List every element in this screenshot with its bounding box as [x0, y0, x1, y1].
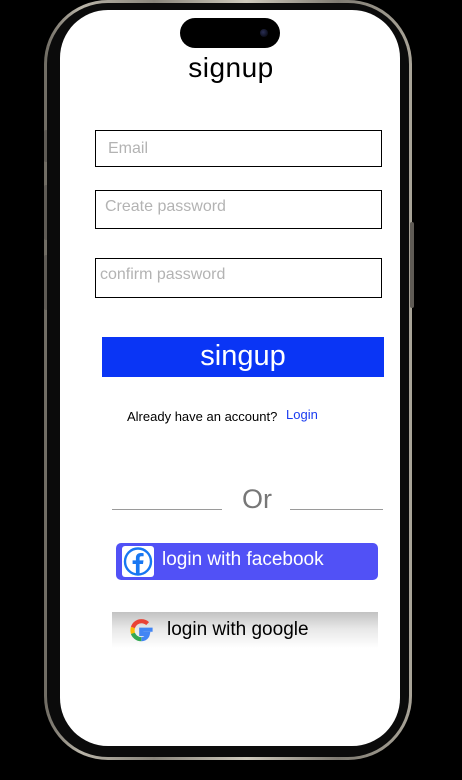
- power-button: [410, 222, 414, 308]
- email-input[interactable]: [96, 131, 381, 166]
- create-password-input[interactable]: [96, 191, 381, 228]
- create-password-field[interactable]: [95, 190, 382, 229]
- login-link[interactable]: Login: [286, 407, 318, 422]
- page-title: signup: [188, 52, 274, 83]
- facebook-login-label: login with facebook: [162, 549, 324, 570]
- facebook-icon: [122, 546, 154, 577]
- divider-text: Or: [242, 484, 272, 514]
- email-field[interactable]: [95, 130, 382, 167]
- confirm-password-field[interactable]: [95, 258, 382, 298]
- confirm-password-input[interactable]: [96, 259, 381, 297]
- dynamic-island: [180, 18, 280, 48]
- divider-line-left: [112, 509, 222, 510]
- google-icon: [121, 615, 161, 647]
- google-login-button[interactable]: login with google: [112, 612, 378, 648]
- signup-button[interactable]: singup: [102, 337, 384, 377]
- google-login-label: login with google: [167, 619, 309, 640]
- front-camera: [260, 29, 268, 37]
- divider-line-right: [290, 509, 383, 510]
- facebook-login-button[interactable]: login with facebook: [116, 543, 378, 580]
- account-prompt: Already have an account?: [127, 409, 278, 424]
